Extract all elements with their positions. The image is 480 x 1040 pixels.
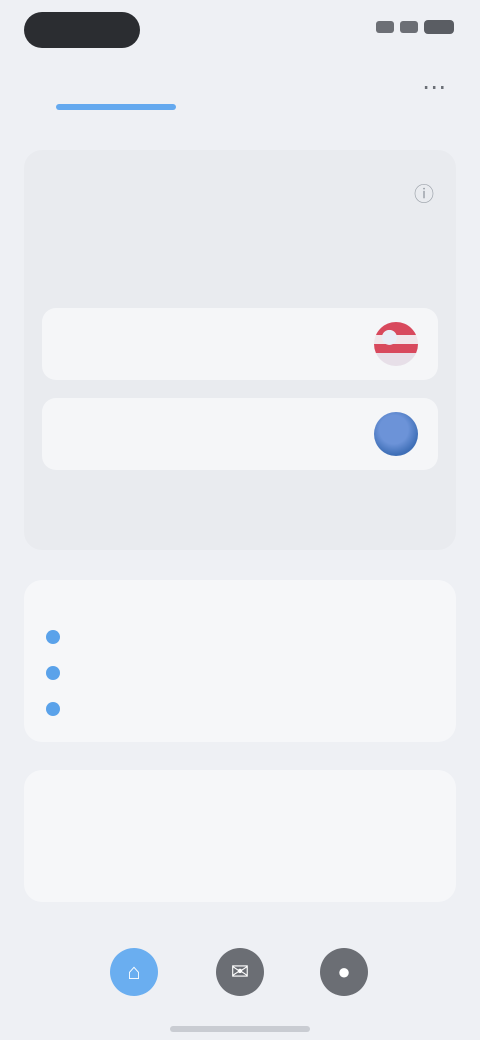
system-icons [376, 20, 454, 34]
option-card-us[interactable] [42, 308, 438, 380]
tab-primary[interactable] [52, 74, 152, 102]
bullet-dot-icon [46, 666, 60, 680]
home-icon[interactable]: ⌂ [110, 948, 158, 996]
option-card-uk[interactable] [42, 398, 438, 470]
top-navigation: ⋯ [0, 60, 480, 118]
home-indicator [170, 1026, 310, 1032]
app-screen: ⋯ ⓘ ⌂ ✉ ● [0, 0, 480, 1040]
bullet-dot-icon [46, 702, 60, 716]
list-item[interactable] [42, 658, 438, 688]
info-icon[interactable]: ⓘ [414, 178, 434, 207]
status-bar [0, 0, 480, 60]
wifi-icon [400, 21, 418, 33]
chat-icon[interactable]: ✉ [216, 948, 264, 996]
info-panel [24, 770, 456, 902]
list-panel [24, 580, 456, 742]
us-flag-icon [374, 322, 418, 366]
battery-icon [424, 20, 454, 34]
more-icon[interactable]: ⋯ [420, 74, 448, 102]
profile-icon[interactable]: ● [320, 948, 368, 996]
active-tab-indicator [56, 104, 176, 110]
bottom-tab-bar: ⌂ ✉ ● [0, 930, 480, 1040]
signal-icon [376, 21, 394, 33]
dynamic-island [24, 12, 140, 48]
list-item[interactable] [42, 622, 438, 652]
list-item[interactable] [42, 694, 438, 724]
connection-panel: ⓘ [24, 150, 456, 550]
bullet-dot-icon [46, 630, 60, 644]
tab-secondary[interactable] [186, 74, 296, 102]
uk-flag-icon [374, 412, 418, 456]
